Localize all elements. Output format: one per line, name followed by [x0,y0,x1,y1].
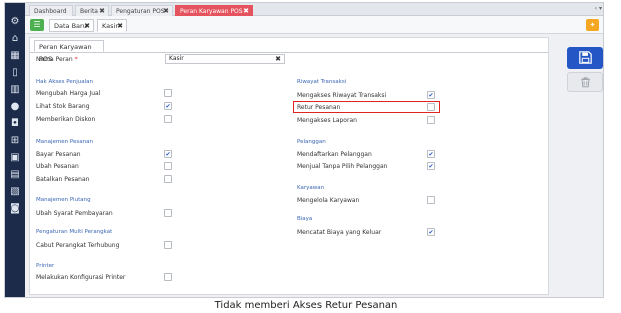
highlight-box [293,101,440,113]
perm-mengakses-riwayat-transaksi: Mengakses Riwayat Transaksi [297,92,387,99]
section-biaya: Biaya [297,216,313,222]
perm-melakukan-konfigurasi-printer: Melakukan Konfigurasi Printer [36,274,126,281]
cart-icon[interactable]: ⊞ [8,134,22,148]
figure-caption: Tidak memberi Akses Retur Pesanan [214,300,398,311]
chart-icon[interactable]: ▤ [8,168,22,182]
checkbox-memberikan-diskon[interactable] [164,115,172,123]
truck-icon[interactable]: ▣ [8,151,22,165]
checkbox-mengubah-harga-jual[interactable] [164,89,172,97]
lightbulb-button[interactable]: ✦ [586,19,599,31]
sub-tab-bar: ☰ Data Baru ✖ Kasir ✖ ✦ [25,16,603,34]
delete-button[interactable] [567,72,603,92]
section-karyawan: Karyawan [297,185,325,191]
checkbox-menjual-tanpa-pilih-pelanggan[interactable]: ✔ [427,162,435,170]
close-icon[interactable]: ✖ [117,20,123,33]
perm-ubah-pesanan: Ubah Pesanan [36,163,79,170]
perm-ubah-syarat-pembayaran: Ubah Syarat Pembayaran [36,210,113,217]
top-tab-bar: Dashboard Berita ✖ Pengaturan POS ✖ Pera… [25,3,603,16]
top-tab-peran-karyawan-pos[interactable]: Peran Karyawan POS ✖ [175,5,253,16]
perm-memberikan-diskon: Memberikan Diskon [36,116,96,123]
tab-label: Peran Karyawan POS [180,8,243,15]
receipt-icon[interactable]: ◙ [8,202,22,216]
list-menu-button[interactable]: ☰ [30,19,44,31]
checkbox-batalkan-pesanan[interactable] [164,175,172,183]
checkbox-mengakses-riwayat-transaksi[interactable]: ✔ [427,91,435,99]
perm-mengakses-laporan: Mengakses Laporan [297,117,357,124]
trash-icon [580,77,590,88]
close-icon[interactable]: ✖ [84,20,90,33]
role-name-value: Kasir [169,55,184,62]
checkbox-mendaftarkan-pelanggan[interactable]: ✔ [427,150,435,158]
floppy-icon [578,51,592,64]
tabs-menu-indicator[interactable]: ‹ ▾ [595,5,602,12]
report-icon[interactable]: ▧ [8,185,22,199]
save-button[interactable] [567,47,603,69]
perm-batalkan-pesanan: Batalkan Pesanan [36,176,90,183]
bag-icon[interactable]: ◘ [8,117,22,131]
sidebar: ⚙ ⌂ ▦ ▯ ▥ ● ◘ ⊞ ▣ ▤ ▧ ◙ [5,3,25,297]
perm-lihat-stok-barang: Lihat Stok Barang [36,103,90,110]
perm-mencatat-biaya-yang-keluar: Mencatat Biaya yang Keluar [297,229,382,236]
section-pelanggan: Pelanggan [297,139,326,145]
sub-tab-kasir[interactable]: Kasir ✖ [97,19,127,32]
tab-label: Kasir [102,22,118,30]
checkbox-mencatat-biaya-yang-keluar[interactable]: ✔ [427,228,435,236]
perm-bayar-pesanan: Bayar Pesanan [36,151,81,158]
store-icon[interactable]: ▦ [8,49,22,63]
checkbox-lihat-stok-barang[interactable]: ✔ [164,102,172,110]
section-hak-akses-penjualan: Hak Akses Penjualan [36,79,94,85]
checkbox-mengelola-karyawan[interactable] [427,196,435,204]
app-window: ⚙ ⌂ ▦ ▯ ▥ ● ◘ ⊞ ▣ ▤ ▧ ◙ Dashboard Berita… [4,2,604,298]
checkbox-mengakses-laporan[interactable] [427,116,435,124]
section-riwayat-transaksi: Riwayat Transaksi [297,79,347,85]
perm-menjual-tanpa-pilih-pelanggan: Menjual Tanpa Pilih Pelanggan [297,163,388,170]
tab-label: Pengaturan POS [116,8,165,15]
tab-label: Berita [80,8,98,15]
clear-icon[interactable]: ✖ [275,55,281,63]
sub-tab-data-baru[interactable]: Data Baru ✖ [49,19,94,32]
role-name-label: Nama Peran * [36,56,78,63]
perm-mengubah-harga-jual: Mengubah Harga Jual [36,90,101,97]
form-panel: Peran Karyawan POS Nama Peran * Kasir ✖ … [29,37,549,295]
checkbox-bayar-pesanan[interactable]: ✔ [164,150,172,158]
perm-mengelola-karyawan: Mengelola Karyawan [297,197,360,204]
moneybag-icon[interactable]: ● [8,100,22,114]
phone-icon[interactable]: ▯ [8,66,22,80]
tab-label: Dashboard [34,8,67,15]
checkbox-cabut-perangkat-terhubung[interactable] [164,241,172,249]
section-printer: Printer [36,263,55,269]
building-icon[interactable]: ▥ [8,83,22,97]
top-tab-berita[interactable]: Berita ✖ [75,5,109,16]
perm-cabut-perangkat-terhubung: Cabut Perangkat Terhubung [36,242,120,249]
section-manajemen-pesanan: Manajemen Pesanan [36,139,93,145]
tab-label: Data Baru [54,22,87,30]
bank-icon[interactable]: ⌂ [8,32,22,46]
section-manajemen-piutang: Manajemen Piutang [36,197,91,203]
checkbox-melakukan-konfigurasi-printer[interactable] [164,273,172,281]
section-pengaturan-multi-perangkat: Pengaturan Multi Perangkat [36,229,113,235]
checkbox-ubah-pesanan[interactable] [164,162,172,170]
role-name-input[interactable]: Kasir ✖ [165,54,285,64]
gear-icon[interactable]: ⚙ [8,15,22,29]
checkbox-ubah-syarat-pembayaran[interactable] [164,209,172,217]
tab-peran-karyawan-pos[interactable]: Peran Karyawan POS [34,40,104,63]
top-tab-pengaturan-pos[interactable]: Pengaturan POS ✖ [111,5,173,16]
perm-mendaftarkan-pelanggan: Mendaftarkan Pelanggan [297,151,372,158]
top-tab-dashboard[interactable]: Dashboard [29,5,73,16]
tab-divider [30,52,548,53]
